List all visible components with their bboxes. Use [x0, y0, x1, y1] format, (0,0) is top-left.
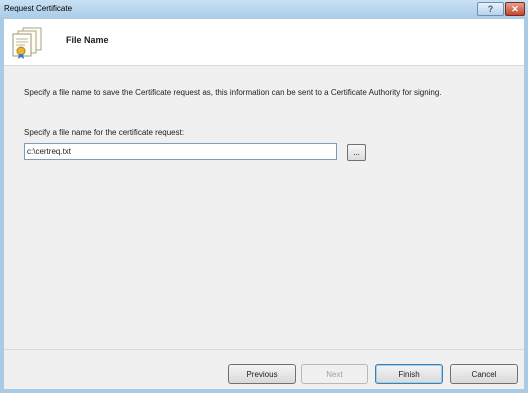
close-button[interactable]: ✕	[505, 2, 525, 16]
file-name-input[interactable]	[24, 143, 337, 160]
previous-button[interactable]: Previous	[228, 364, 296, 384]
description-text: Specify a file name to save the Certific…	[24, 88, 442, 97]
title-bar[interactable]: Request Certificate ? ✕	[0, 0, 528, 19]
browse-button[interactable]: ...	[347, 144, 366, 161]
next-button[interactable]: Next	[301, 364, 368, 384]
dialog-client-area: File Name Specify a file name to save th…	[4, 19, 524, 389]
window-title: Request Certificate	[4, 4, 73, 13]
finish-button[interactable]: Finish	[375, 364, 443, 384]
cancel-button[interactable]: Cancel	[450, 364, 518, 384]
page-title: File Name	[66, 35, 109, 45]
wizard-header: File Name	[4, 19, 524, 66]
request-certificate-dialog: Request Certificate ? ✕ File Name Specif…	[0, 0, 528, 393]
certificate-icon	[12, 27, 42, 59]
footer-divider	[4, 349, 524, 350]
help-button[interactable]: ?	[477, 2, 504, 16]
file-name-label: Specify a file name for the certificate …	[24, 128, 185, 137]
